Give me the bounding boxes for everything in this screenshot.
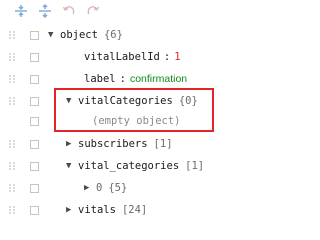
drag-handle-icon[interactable] [8,96,16,106]
tree-row-vital_categories[interactable]: ▼ vital_categories [1] [0,155,223,177]
collapse-all-button[interactable] [37,3,53,19]
undo-icon [62,6,75,15]
drag-handle-icon[interactable] [8,139,16,149]
tree-row-subscribers[interactable]: ▶ subscribers [1] [0,133,223,155]
node-key[interactable]: vitals [78,204,116,216]
expand-caret-right-icon[interactable]: ▶ [66,205,78,215]
key-value-separator: : [119,73,126,85]
row-select-checkbox[interactable] [30,205,39,215]
row-select-checkbox[interactable] [30,183,39,193]
tree-row-label[interactable]: label : confirmation [0,68,223,90]
row-select-checkbox[interactable] [30,96,39,106]
node-count: {6} [103,29,123,41]
expand-caret-down-icon[interactable]: ▼ [48,30,60,40]
row-select-checkbox[interactable] [30,30,39,40]
drag-handle-icon[interactable] [8,205,16,215]
node-key[interactable]: object [60,29,98,41]
drag-handle-icon[interactable] [8,52,16,62]
node-key[interactable]: vital_categories [78,160,179,172]
highlight-annotation [54,88,214,132]
node-count: [1] [185,160,205,172]
collapse-all-icon [39,4,51,18]
undo-button[interactable] [61,3,77,19]
field-key[interactable]: vitalLabelId [84,51,160,63]
tree-row-vitals[interactable]: ▶ vitals [24] [0,199,223,221]
tree-row-vital_categories-0[interactable]: ▶ 0 {5} [0,177,223,199]
expand-caret-down-icon[interactable]: ▼ [66,161,78,171]
drag-handle-icon[interactable] [8,74,16,84]
node-count: {5} [108,182,128,194]
expand-caret-right-icon[interactable]: ▶ [84,183,96,193]
node-count: [24] [121,204,148,216]
drag-handle-icon[interactable] [8,161,16,171]
node-key[interactable]: subscribers [78,138,148,150]
expand-all-icon [15,5,27,17]
row-select-checkbox[interactable] [30,52,39,62]
key-value-separator: : [163,51,171,63]
redo-button[interactable] [85,3,101,19]
editor-toolbar [0,0,223,22]
drag-handle-icon[interactable] [8,30,16,40]
node-count: [1] [153,138,173,150]
field-value[interactable]: confirmation [130,73,187,85]
row-select-checkbox[interactable] [30,161,39,171]
tree-row-vitalLabelId[interactable]: vitalLabelId : 1 [0,46,223,68]
row-select-checkbox[interactable] [30,74,39,84]
expand-all-button[interactable] [13,3,29,19]
array-index[interactable]: 0 [96,182,102,194]
field-key[interactable]: label [84,73,116,85]
field-value[interactable]: 1 [174,51,180,63]
row-select-checkbox[interactable] [30,139,39,149]
row-select-checkbox[interactable] [30,116,39,126]
expand-caret-right-icon[interactable]: ▶ [66,139,78,149]
redo-icon [87,6,100,15]
tree-row-root[interactable]: ▼ object {6} [0,24,223,46]
drag-handle-icon[interactable] [8,183,16,193]
